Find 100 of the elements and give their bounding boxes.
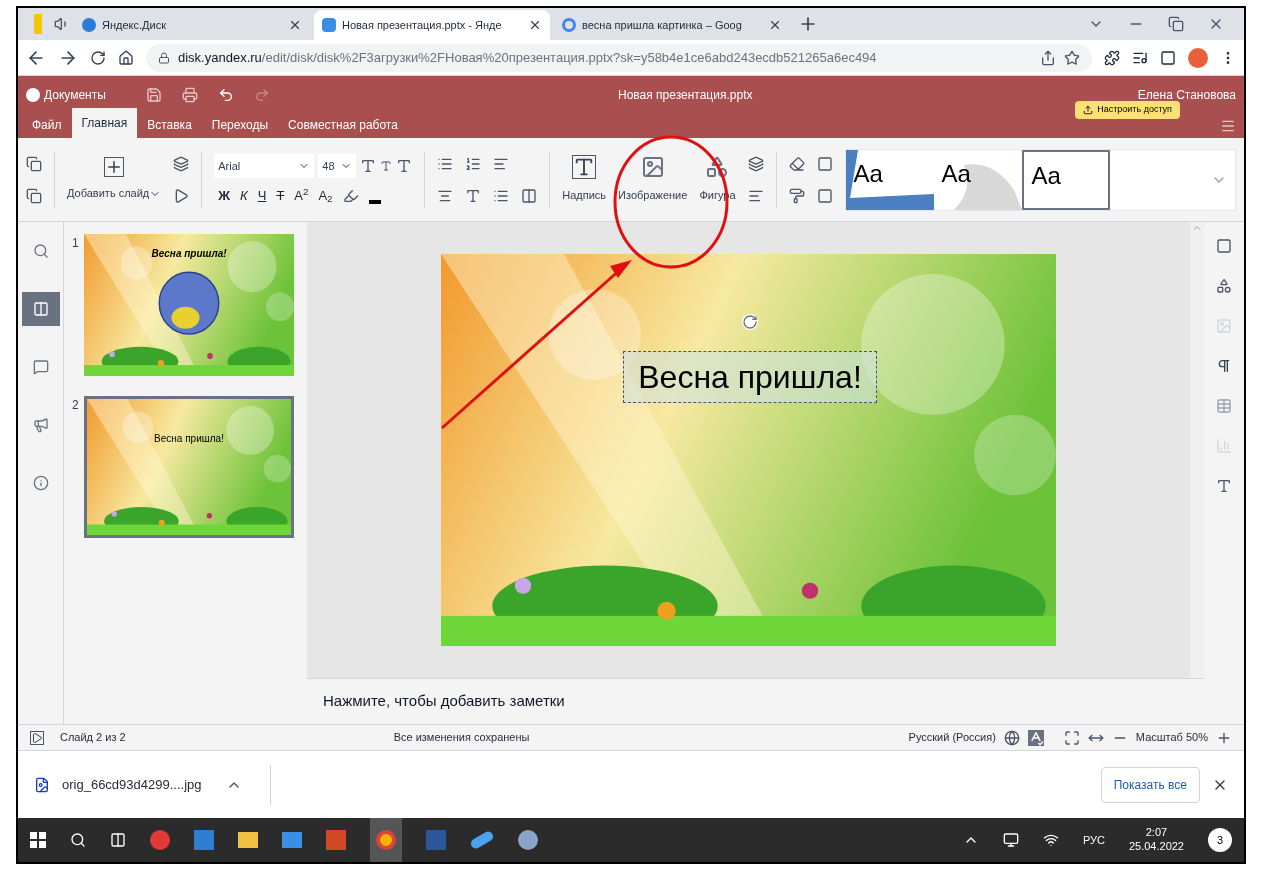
- document-title: Новая презентация.pptx: [618, 87, 753, 104]
- menu-tab[interactable]: Переходы: [201, 112, 279, 138]
- text-art-icon[interactable]: [1216, 478, 1232, 494]
- arrange-icon[interactable]: [747, 155, 764, 172]
- menu-tab[interactable]: Файл: [22, 112, 72, 138]
- back-link[interactable]: Документы: [26, 86, 106, 104]
- size-field[interactable]: 48: [318, 153, 357, 178]
- url-text: disk.yandex.ru/edit/disk/disk%2F3агрузки%2FНовая%20презентация.pptx?sk=y58b4e1ce6abd243ecdb521265a6ec494: [178, 48, 878, 67]
- info-icon: [32, 475, 49, 491]
- fill-icon[interactable]: [816, 155, 833, 172]
- case-icon[interactable]: [396, 157, 413, 174]
- outline-icon[interactable]: [816, 187, 833, 204]
- columns-icon[interactable]: [521, 187, 538, 204]
- slide-thumbnail[interactable]: Весна пришла!: [84, 396, 294, 538]
- theme-thumbnail[interactable]: Aa: [933, 149, 1022, 210]
- format-button[interactable]: A$_{2}$: [318, 185, 333, 206]
- keyboard-language[interactable]: РУС: [1082, 831, 1105, 849]
- format-button[interactable]: A$^{2}$: [294, 185, 309, 206]
- copy-icon[interactable]: [26, 155, 42, 172]
- menu-icon[interactable]: [1220, 118, 1236, 134]
- format-button[interactable]: К: [240, 185, 248, 206]
- highlighter-icon[interactable]: [342, 187, 359, 204]
- valign-icon[interactable]: [465, 187, 482, 204]
- sidebar-icon[interactable]: [1160, 49, 1176, 66]
- format-button[interactable]: Ж: [218, 185, 231, 206]
- slides-tool[interactable]: [21, 292, 60, 326]
- notification-badge[interactable]: 3: [1208, 828, 1232, 852]
- browser-tab[interactable]: весна пришла картинка – Goog: [554, 10, 790, 40]
- browser-app-icon[interactable]: [150, 830, 170, 850]
- clock-date: 25.04.2022: [1128, 840, 1184, 854]
- format-button[interactable]: Т: [276, 185, 285, 206]
- wifi-icon[interactable]: [1042, 832, 1059, 848]
- puzzle-icon[interactable]: [1104, 49, 1120, 66]
- restore-icon[interactable]: [1168, 16, 1184, 32]
- format-button[interactable]: Ч: [257, 185, 267, 206]
- announce-icon: [32, 417, 49, 433]
- numbering-icon[interactable]: [465, 155, 482, 172]
- task-view-icon[interactable]: [110, 832, 126, 848]
- file-icon: [34, 776, 50, 793]
- text-box-button[interactable]: Надпись: [562, 155, 607, 204]
- star-icon[interactable]: [1064, 49, 1080, 66]
- slide-counter: Слайд 2 из 2: [60, 730, 126, 746]
- close-icon[interactable]: [528, 18, 542, 32]
- paste-icon[interactable]: [26, 187, 42, 204]
- notes-placeholder[interactable]: Нажмите, чтобы добавить заметки: [323, 690, 565, 713]
- slide-settings-icon[interactable]: [1216, 238, 1232, 254]
- paint-app-icon[interactable]: [518, 830, 538, 850]
- fit-slide-icon[interactable]: [1063, 729, 1080, 746]
- paragraph-icon[interactable]: [1216, 358, 1232, 374]
- network-icon[interactable]: [1002, 832, 1019, 848]
- language-selector[interactable]: Русский (Россия): [908, 729, 996, 746]
- plus-icon: [104, 157, 125, 178]
- play-icon[interactable]: [30, 730, 44, 745]
- chrome-app-icon[interactable]: [370, 818, 402, 862]
- browser-tab[interactable]: Новая презентация.pptx - Янде: [314, 10, 550, 40]
- address-bar[interactable]: disk.yandex.ru/edit/disk/disk%2F3агрузки%2FНовая%20презентация.pptx?sk=y58b4e1ce6abd243ecdb521265a6ec494: [146, 43, 1092, 72]
- close-icon[interactable]: [768, 18, 782, 32]
- text-box[interactable]: Весна пришла!: [623, 351, 877, 403]
- windows-icon[interactable]: [30, 832, 46, 848]
- theme-thumbnail[interactable]: Aa: [1021, 149, 1110, 210]
- shrink-font-icon[interactable]: [380, 159, 393, 172]
- browser-tab[interactable]: Яндекс.Диск: [74, 10, 310, 40]
- slides-icon: [32, 301, 49, 317]
- slide-title: Весна пришла!: [638, 358, 862, 397]
- menu-tab[interactable]: Главная: [71, 108, 138, 138]
- slide-number: 1: [72, 235, 80, 252]
- layout-icon[interactable]: [173, 155, 190, 172]
- document-icon: [322, 18, 336, 32]
- zoom-level: Масштаб 50%: [1135, 730, 1208, 746]
- avatar-icon[interactable]: [1188, 47, 1208, 68]
- cloud-icon: [82, 18, 96, 32]
- play-icon[interactable]: [173, 187, 190, 204]
- print-icon[interactable]: [181, 87, 198, 103]
- lock-icon: [158, 51, 170, 64]
- font-field[interactable]: Arial: [214, 153, 315, 178]
- close-icon[interactable]: [288, 18, 302, 32]
- save-icon[interactable]: [145, 87, 162, 103]
- menu-tab[interactable]: Совместная работа: [278, 112, 408, 138]
- format-painter-icon[interactable]: [788, 187, 805, 204]
- search-icon[interactable]: [70, 832, 86, 848]
- grow-font-icon[interactable]: [360, 157, 377, 174]
- menu-tab[interactable]: Вставка: [137, 112, 202, 138]
- share-access-button[interactable]: Настроить доступ: [1075, 101, 1180, 119]
- thumbnail-title: Весна пришла!: [150, 247, 228, 261]
- theme-thumbnail[interactable]: Aa: [845, 149, 934, 210]
- undo-icon[interactable]: [217, 87, 234, 103]
- spellcheck-icon[interactable]: [1027, 729, 1044, 746]
- slide-thumbnail[interactable]: Весна пришла!: [84, 234, 294, 376]
- theme-label: Aa: [941, 161, 972, 186]
- share-icon[interactable]: [1040, 49, 1056, 66]
- scrollbar[interactable]: [1190, 222, 1204, 678]
- shape-settings-icon[interactable]: [1216, 278, 1232, 294]
- eraser-icon[interactable]: [788, 155, 805, 172]
- reload-icon[interactable]: [90, 49, 106, 66]
- download-filename[interactable]: orig_66cd93d4299....jpg: [62, 774, 202, 795]
- slide-canvas[interactable]: Весна пришла!: [441, 254, 1056, 646]
- home-icon[interactable]: [118, 49, 134, 66]
- globe-icon[interactable]: [1003, 729, 1020, 746]
- show-all-button[interactable]: Показать все: [1100, 766, 1200, 803]
- add-slide-button[interactable]: Добавить слайд: [67, 157, 162, 202]
